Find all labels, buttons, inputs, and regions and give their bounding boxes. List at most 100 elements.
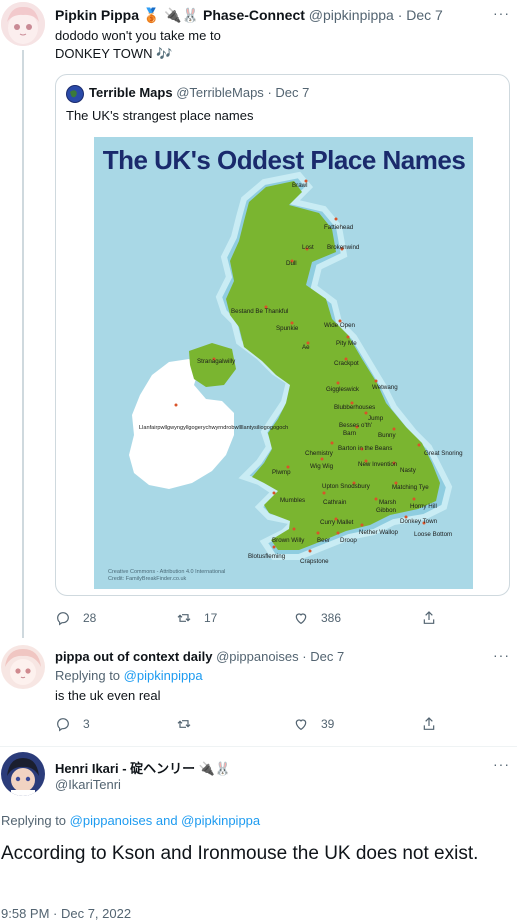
map-label-llan: Llanfairpwllgwyngyllgogerychwyrndrobwlll… — [139, 425, 288, 431]
tweet2-text: is the uk even real — [55, 688, 161, 703]
tweet3-replying-prefix: Replying to — [1, 813, 67, 828]
map-label-newinvention: New Invention — [358, 461, 398, 468]
retweet-button[interactable]: 17 — [176, 610, 217, 626]
quote-date: · Dec 7 — [267, 85, 310, 100]
tweet3-replying-to: Replying to @pippanoises and @pipkinpipp… — [1, 813, 260, 828]
globe-icon — [67, 86, 83, 102]
map-credit-line1: Creative Commons - Attribution 4.0 Inter… — [108, 569, 225, 575]
like-count: 386 — [321, 611, 342, 625]
tweet1-text-line1: dododo won't you take me to — [55, 28, 221, 43]
tweet1-date[interactable]: · Dec 7 — [398, 7, 443, 23]
map-image[interactable]: The UK's Oddest Place Names Brawl Fattie… — [94, 137, 473, 589]
map-title: The UK's Oddest Place Names — [103, 145, 466, 175]
avatar-pippa-out-of-context[interactable] — [1, 645, 45, 689]
tweet3-replying-mentions[interactable]: @pippanoises and @pipkinpippa — [70, 813, 260, 828]
map-label-wideopen: Wide Open — [324, 322, 356, 329]
share-icon — [423, 611, 435, 624]
tweet2-replying-mention[interactable]: @pipkinpippa — [124, 668, 203, 683]
map-label-uptonsnodsbury: Upton Snodsbury — [322, 483, 371, 490]
map-label-netherwallop: Nether Wallop — [359, 529, 399, 536]
tweet2-replying-to: Replying to @pipkinpippa — [55, 668, 203, 683]
map-label-brawl: Brawl — [292, 182, 307, 189]
tweet1-header: Pipkin Pippa 🥉 🔌🐰 Phase-Connect @pipkinp… — [55, 7, 443, 24]
map-label-besses2: Barn — [343, 430, 357, 437]
map-label-spunkie: Spunkie — [276, 325, 299, 332]
reply-count: 3 — [83, 717, 90, 731]
map-label-blotusfleming: Blotusfleming — [248, 553, 286, 560]
map-label-nasty: Nasty — [400, 467, 417, 474]
tweet1-text: dododo won't you take me to DONKEY TOWN … — [55, 27, 221, 63]
map-label-greatsnoring: Great Snoring — [424, 450, 463, 457]
map-label-jump: Jump — [368, 415, 384, 422]
retweet-icon — [177, 614, 191, 622]
thread-line — [22, 50, 24, 638]
avatar-henri-ikari[interactable] — [1, 752, 45, 796]
retweet-icon — [177, 720, 191, 728]
map-label-matchingtye: Matching Tye — [392, 484, 429, 491]
tweet2-date[interactable]: · Dec 7 — [302, 649, 344, 664]
quote-tweet-card[interactable]: Terrible Maps @TerribleMaps · Dec 7 The … — [55, 74, 510, 596]
tweet1-text-line2: DONKEY TOWN 🎶 — [55, 46, 173, 61]
tweet2-author-handle[interactable]: @pippanoises — [216, 649, 299, 664]
map-label-crackpot: Crackpot — [334, 360, 359, 367]
map-label-dull: Dull — [286, 260, 297, 267]
map-label-besses1: Besses o'th' — [339, 422, 372, 429]
like-button[interactable]: 386 — [293, 610, 341, 626]
map-label-crapstone: Crapstone — [300, 558, 329, 565]
tweet1-author-handle[interactable]: @pipkinpippa — [309, 7, 394, 23]
map-label-plwmp: Plwmp — [272, 469, 291, 476]
map-label-chemistry: Chemistry — [305, 450, 334, 457]
quote-author-handle: @TerribleMaps — [176, 85, 264, 100]
share-button[interactable] — [421, 716, 437, 732]
map-label-wetwang: Wetwang — [372, 384, 398, 391]
reply-icon — [57, 612, 69, 626]
tweet3-text: According to Kson and Ironmouse the UK d… — [1, 843, 479, 864]
tweet3-author-handle[interactable]: @IkariTenri — [55, 777, 121, 792]
map-label-barton: Barton in the Beans — [338, 445, 392, 452]
map-label-bestand: Bestand Be Thankful — [231, 308, 288, 315]
avatar-pipkin-pippa[interactable] — [1, 2, 45, 46]
map-label-pityme: Pity Me — [336, 340, 357, 347]
reply-button[interactable]: 3 — [55, 716, 90, 732]
map-label-wigwig: Wig Wig — [310, 463, 334, 470]
tweet3-author-name[interactable]: Henri Ikari - 碇ヘンリー 🔌🐰 — [55, 758, 231, 777]
quote-header: Terrible Maps @TerribleMaps · Dec 7 — [89, 85, 309, 100]
reply-count: 28 — [83, 611, 97, 625]
map-label-blubberhouses: Blubberhouses — [334, 404, 375, 411]
map-label-brokenwind: Brokenwind — [327, 244, 360, 251]
map-label-loosebottom: Loose Bottom — [414, 531, 452, 538]
tweet1-author-name[interactable]: Pipkin Pippa — [55, 7, 139, 23]
map-label-marsh: Marsh — [379, 499, 397, 506]
map-label-bunny: Bunny — [378, 432, 396, 439]
like-count: 39 — [321, 717, 335, 731]
map-label-cathrain: Cathrain — [323, 499, 347, 506]
quote-avatar — [66, 85, 84, 103]
divider — [0, 746, 517, 747]
reply-icon — [57, 718, 69, 732]
reply-button[interactable]: 28 — [55, 610, 96, 626]
tweet2-author-name[interactable]: pippa out of context daily — [55, 649, 212, 664]
tweet3-more-icon[interactable]: ··· — [493, 756, 510, 772]
map-label-stranagalwilly: Stranagalwilly — [197, 358, 236, 365]
retweet-button[interactable] — [176, 716, 204, 732]
uk-map-svg: The UK's Oddest Place Names Brawl Fattie… — [94, 137, 473, 589]
avatar-image — [1, 752, 45, 796]
tweet3-timestamp[interactable]: 9:58 PM · Dec 7, 2022 — [1, 906, 131, 921]
tweet1-more-icon[interactable]: ··· — [493, 5, 510, 21]
like-button[interactable]: 39 — [293, 716, 334, 732]
map-label-fattiehead: Fattiehead — [324, 224, 354, 231]
quote-text: The UK's strangest place names — [66, 108, 254, 123]
tweet2-header: pippa out of context daily @pippanoises … — [55, 649, 344, 664]
map-label-droop: Droop — [340, 537, 357, 544]
map-label-currymallet: Curry Mallet — [320, 519, 354, 526]
avatar-image — [1, 645, 45, 689]
share-button[interactable] — [421, 610, 437, 626]
retweet-count: 17 — [204, 611, 218, 625]
tweet2-more-icon[interactable]: ··· — [493, 647, 510, 663]
map-label-brownwilly: Brown Willy — [272, 537, 305, 544]
avatar-image — [1, 2, 45, 46]
map-label-donkeytown: Donkey Town — [400, 518, 438, 525]
map-label-gibbon: Gibbon — [376, 507, 397, 514]
tweet2-replying-prefix: Replying to — [55, 668, 121, 683]
map-label-mumbles: Mumbles — [280, 497, 305, 504]
